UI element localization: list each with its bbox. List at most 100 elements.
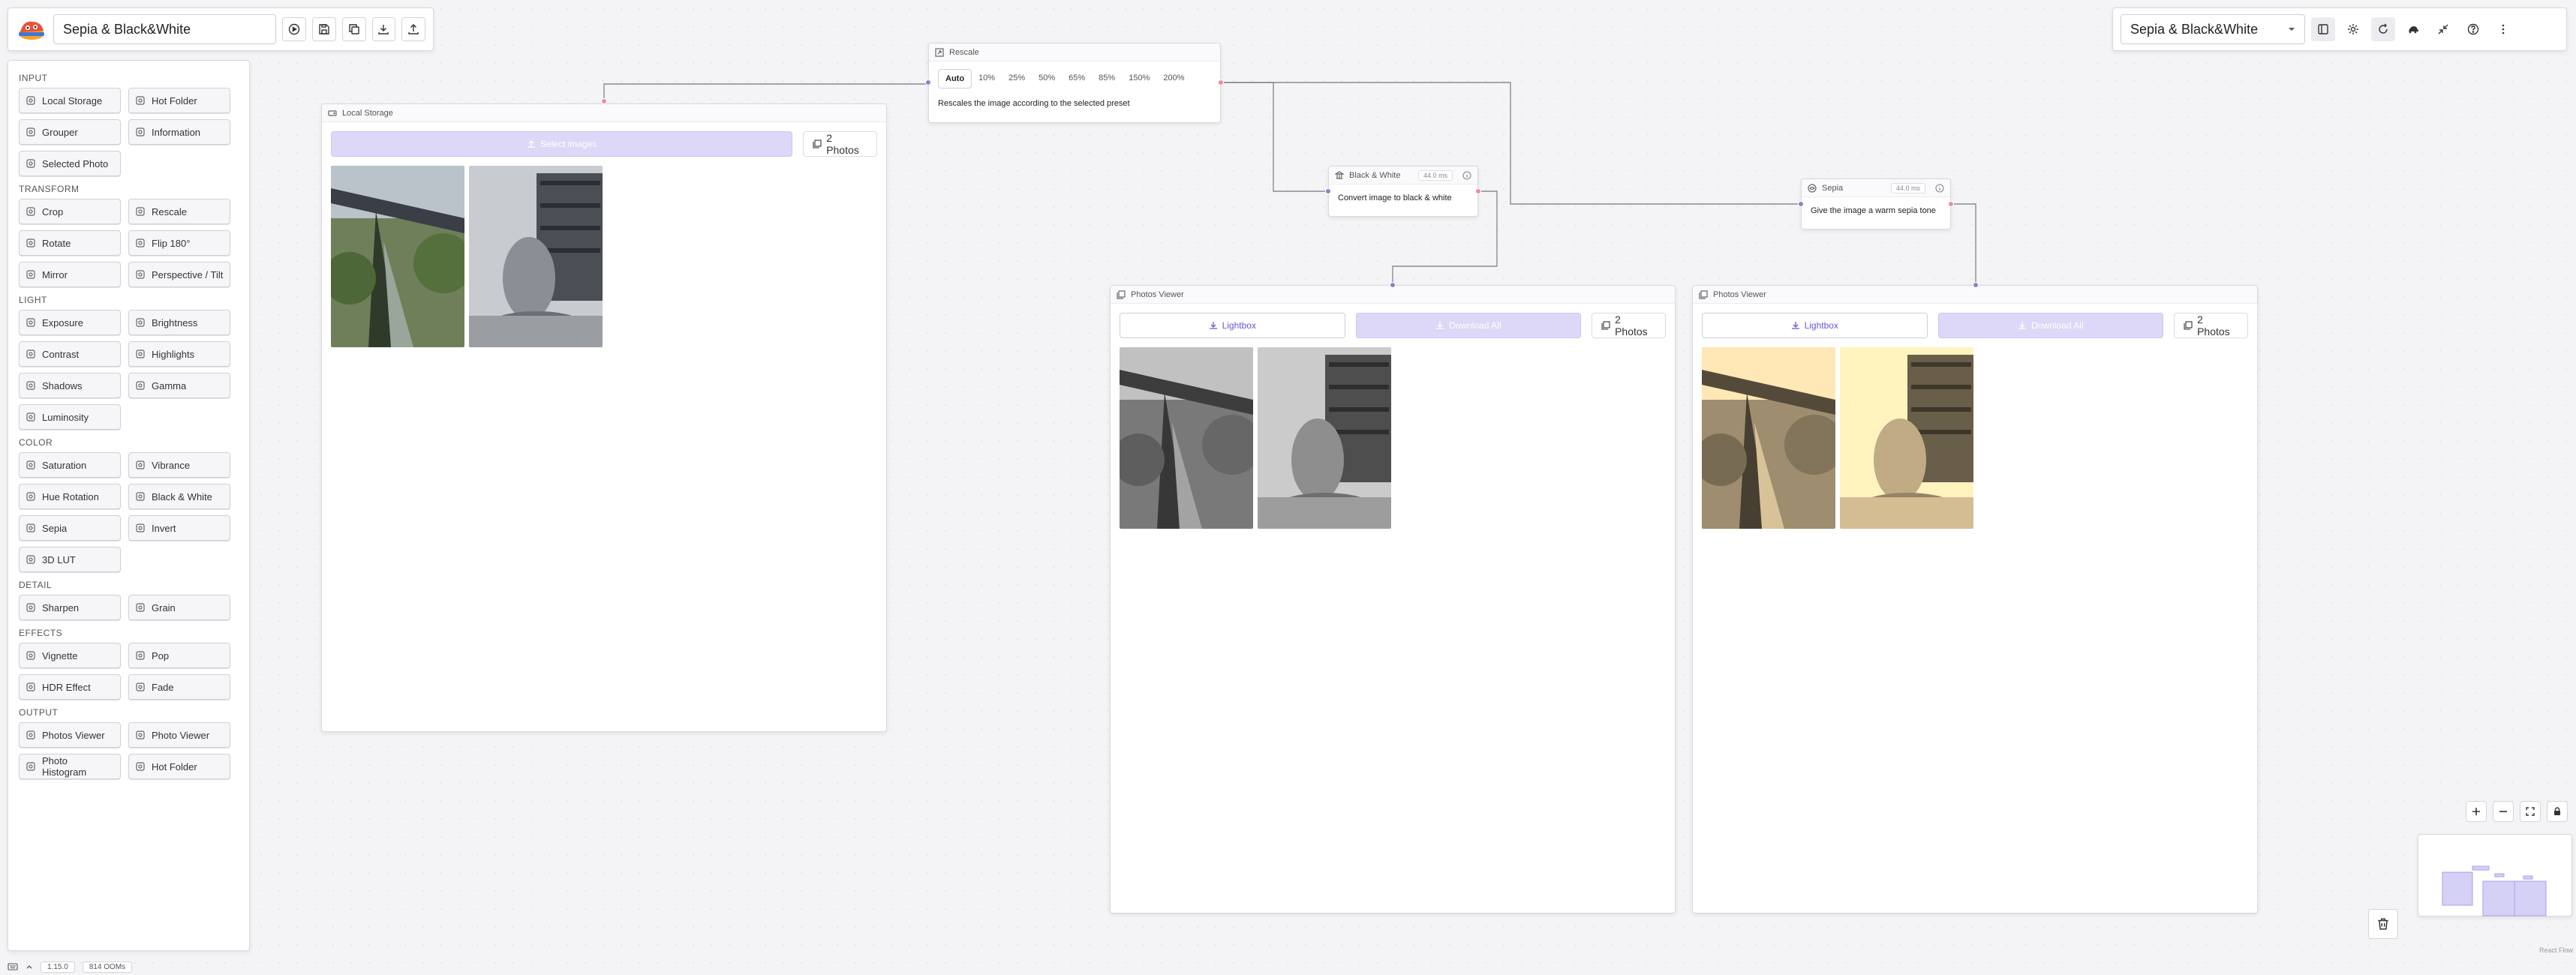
sidebar-tool-3d-lut[interactable]: 3D LUT xyxy=(19,547,121,572)
node-header[interactable]: Local Storage xyxy=(322,104,886,122)
rescale-option-85-percent[interactable]: 85% xyxy=(1092,69,1122,88)
node-black-white[interactable]: Black & White 44.0 ms Convert image to b… xyxy=(1328,166,1478,217)
sidebar-tool-hot-folder[interactable]: Hot Folder xyxy=(128,88,230,113)
rescale-option-auto[interactable]: Auto xyxy=(938,69,972,88)
sidebar-tool-hue-rotation[interactable]: Hue Rotation xyxy=(19,484,121,509)
node-header[interactable]: Rescale xyxy=(929,44,1220,62)
node-local-storage[interactable]: Local Storage Select images 2 Photos xyxy=(321,104,887,732)
sidebar-tool-pop[interactable]: Pop xyxy=(128,643,230,668)
rescale-option-10-percent[interactable]: 10% xyxy=(972,69,1002,88)
settings-button[interactable] xyxy=(2341,17,2365,41)
sidebar-tool-grain[interactable]: Grain xyxy=(128,595,230,620)
sidebar-tool-grouper[interactable]: Grouper xyxy=(19,119,121,145)
photo-thumbnail[interactable] xyxy=(469,166,603,347)
duplicate-button[interactable] xyxy=(341,17,366,41)
zoom-in-button[interactable] xyxy=(2466,801,2487,822)
sidebar-tool-crop[interactable]: Crop xyxy=(19,199,121,224)
sidebar-tool-saturation[interactable]: Saturation xyxy=(19,452,121,478)
info-icon[interactable] xyxy=(1462,170,1471,180)
rescale-option-25-percent[interactable]: 25% xyxy=(1002,69,1032,88)
sidebar-tool-fade[interactable]: Fade xyxy=(128,674,230,700)
sidebar-tool-shadows[interactable]: Shadows xyxy=(19,373,121,398)
preset-select[interactable]: Sepia & Black&White xyxy=(2121,14,2305,44)
turtle-mode-button[interactable] xyxy=(2401,17,2425,41)
node-header[interactable]: Photos Viewer xyxy=(1693,286,2257,304)
zoom-out-button[interactable] xyxy=(2493,801,2514,822)
sidebar-tool-hot-folder[interactable]: Hot Folder xyxy=(128,754,230,779)
input-handle[interactable] xyxy=(1390,282,1396,288)
sidebar-tool-selected-photo[interactable]: Selected Photo xyxy=(19,151,121,176)
save-button[interactable] xyxy=(312,17,336,41)
minimap[interactable] xyxy=(2418,834,2572,916)
rescale-option-150-percent[interactable]: 150% xyxy=(1122,69,1156,88)
node-header[interactable]: Black & White 44.0 ms xyxy=(1329,166,1477,184)
node-sepia[interactable]: Sepia 44.0 ms Give the image a warm sepi… xyxy=(1801,178,1951,230)
auto-run-toggle[interactable] xyxy=(2371,17,2395,41)
more-button[interactable] xyxy=(2491,17,2515,41)
sidebar-tool-information[interactable]: Information xyxy=(128,119,230,145)
download-all-button[interactable]: Download All xyxy=(1937,313,2164,338)
sidebar-tool-photo-histogram[interactable]: Photo Histogram xyxy=(19,754,121,779)
input-handle[interactable] xyxy=(925,80,931,86)
node-header[interactable]: Photos Viewer xyxy=(1111,286,1675,304)
chevron-up-icon[interactable] xyxy=(26,963,33,970)
toggle-sidebar-button[interactable] xyxy=(2311,17,2335,41)
fit-view-button[interactable] xyxy=(2520,801,2541,822)
sidebar-tool-perspective-tilt[interactable]: Perspective / Tilt xyxy=(128,262,230,287)
input-handle[interactable] xyxy=(1325,188,1331,194)
sidebar-tool-gamma[interactable]: Gamma xyxy=(128,373,230,398)
sidebar-tool-local-storage[interactable]: Local Storage xyxy=(19,88,121,113)
rescale-option-65-percent[interactable]: 65% xyxy=(1062,69,1092,88)
sidebar-tool-contrast[interactable]: Contrast xyxy=(19,341,121,367)
sidebar-tool-rescale[interactable]: Rescale xyxy=(128,199,230,224)
sidebar-tool-flip-180[interactable]: Flip 180° xyxy=(128,230,230,256)
rescale-option-50-percent[interactable]: 50% xyxy=(1032,69,1062,88)
output-handle[interactable] xyxy=(1948,201,1954,207)
output-handle[interactable] xyxy=(601,98,607,104)
delete-button[interactable] xyxy=(2368,909,2398,939)
react-flow-attribution[interactable]: React Flow xyxy=(2539,946,2573,954)
sidebar-tool-invert[interactable]: Invert xyxy=(128,515,230,541)
node-rescale[interactable]: Rescale Auto 10% 25% 50% 65% 85% 150% 200% Resc… xyxy=(928,43,1221,123)
sidebar-tool-highlights[interactable]: Highlights xyxy=(128,341,230,367)
node-header[interactable]: Sepia 44.0 ms xyxy=(1802,179,1950,197)
sidebar-tool-photo-viewer[interactable]: Photo Viewer xyxy=(128,722,230,748)
select-images-button[interactable]: Select images xyxy=(331,131,793,157)
output-handle[interactable] xyxy=(1218,80,1224,86)
node-photos-viewer-bw[interactable]: Photos Viewer Lightbox Download All 2 Ph… xyxy=(1110,285,1676,914)
collapse-button[interactable] xyxy=(2431,17,2455,41)
photo-thumbnail[interactable] xyxy=(1258,347,1391,529)
lightbox-button[interactable]: Lightbox xyxy=(1702,313,1928,338)
keyboard-icon[interactable] xyxy=(8,962,18,971)
photo-thumbnail[interactable] xyxy=(1702,347,1835,529)
sidebar-tool-exposure[interactable]: Exposure xyxy=(19,310,121,335)
input-handle[interactable] xyxy=(1973,282,1979,288)
node-photos-viewer-sepia[interactable]: Photos Viewer Lightbox Download All 2 Ph… xyxy=(1692,285,2258,914)
upload-button[interactable] xyxy=(401,17,426,41)
download-all-button[interactable]: Download All xyxy=(1355,313,1582,338)
sidebar-tool-sepia[interactable]: Sepia xyxy=(19,515,121,541)
output-handle[interactable] xyxy=(1475,188,1481,194)
sidebar-tool-vignette[interactable]: Vignette xyxy=(19,643,121,668)
sidebar-tool-black-white[interactable]: Black & White xyxy=(128,484,230,509)
photo-thumbnail[interactable] xyxy=(331,166,464,347)
rescale-option-200-percent[interactable]: 200% xyxy=(1156,69,1191,88)
info-icon[interactable] xyxy=(1935,183,1944,193)
sidebar-tool-hdr-effect[interactable]: HDR Effect xyxy=(19,674,121,700)
download-button[interactable] xyxy=(371,17,396,41)
help-button[interactable] xyxy=(2461,17,2485,41)
sidebar-tool-vibrance[interactable]: Vibrance xyxy=(128,452,230,478)
photo-thumbnail[interactable] xyxy=(1840,347,1973,529)
lock-button[interactable] xyxy=(2547,801,2568,822)
project-title-input[interactable]: Sepia & Black&White xyxy=(53,14,277,44)
sidebar-tool-mirror[interactable]: Mirror xyxy=(19,262,121,287)
sidebar-tool-brightness[interactable]: Brightness xyxy=(128,310,230,335)
sidebar-tool-sharpen[interactable]: Sharpen xyxy=(19,595,121,620)
lightbox-button[interactable]: Lightbox xyxy=(1120,313,1345,338)
photo-thumbnail[interactable] xyxy=(1120,347,1253,529)
sidebar-tool-rotate[interactable]: Rotate xyxy=(19,230,121,256)
sidebar-tool-luminosity[interactable]: Luminosity xyxy=(19,404,121,430)
sidebar-tool-photos-viewer[interactable]: Photos Viewer xyxy=(19,722,121,748)
run-button[interactable] xyxy=(282,17,307,41)
input-handle[interactable] xyxy=(1798,201,1804,207)
